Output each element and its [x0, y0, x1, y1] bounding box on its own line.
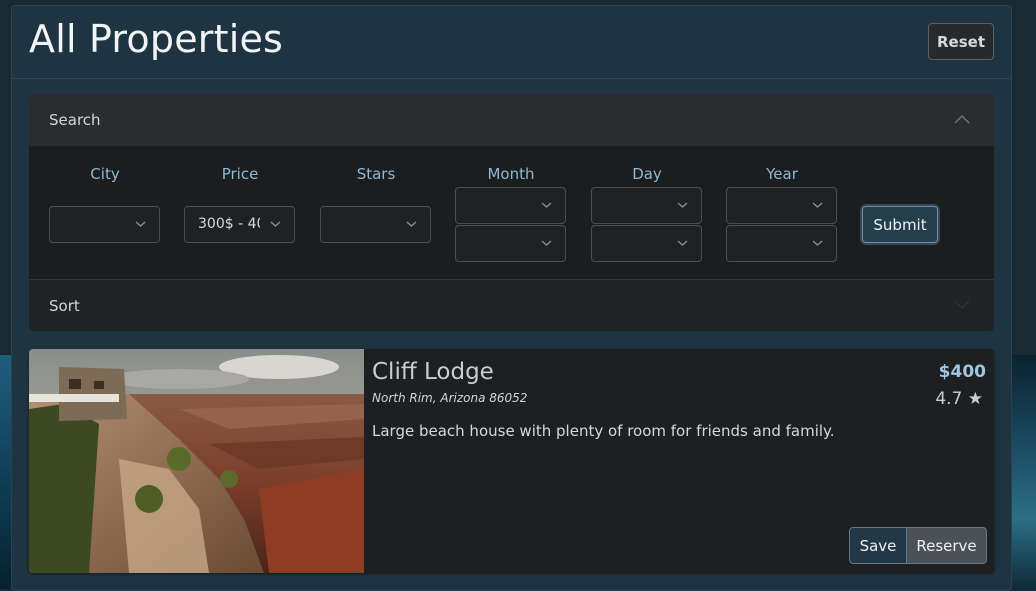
- day-end-select[interactable]: [591, 225, 702, 262]
- card-actions: Save Reserve: [849, 527, 987, 564]
- page-title: All Properties: [29, 17, 284, 61]
- chevron-down-icon: [541, 240, 552, 246]
- property-photo: [29, 349, 364, 573]
- chevron-down-icon: [135, 221, 146, 227]
- chevron-down-icon: [406, 221, 417, 227]
- stars-select[interactable]: [320, 206, 431, 243]
- day-label: Day: [632, 165, 662, 183]
- sort-accordion-header[interactable]: Sort: [29, 279, 994, 332]
- sort-accordion-label: Sort: [49, 297, 80, 315]
- search-accordion-label: Search: [49, 111, 101, 129]
- properties-panel: All Properties Reset Search City Price 3…: [11, 5, 1012, 591]
- reserve-button[interactable]: Reserve: [907, 527, 987, 564]
- chevron-down-icon: [677, 202, 688, 208]
- panel-header: All Properties Reset: [12, 6, 1011, 79]
- search-accordion-header[interactable]: Search: [29, 94, 994, 146]
- property-name: Cliff Lodge: [372, 359, 494, 385]
- price-select-value: 300$ - 400$: [198, 216, 260, 232]
- submit-button[interactable]: Submit: [862, 206, 938, 243]
- chevron-down-icon: [541, 202, 552, 208]
- chevron-down-icon: [812, 240, 823, 246]
- month-start-select[interactable]: [455, 187, 566, 224]
- property-card: Cliff Lodge North Rim, Arizona 86052 Lar…: [29, 349, 994, 573]
- year-end-select[interactable]: [726, 225, 837, 262]
- month-end-select[interactable]: [455, 225, 566, 262]
- city-select[interactable]: [49, 206, 160, 243]
- property-address: North Rim, Arizona 86052: [372, 391, 528, 405]
- chevron-down-icon: [677, 240, 688, 246]
- save-button[interactable]: Save: [849, 527, 907, 564]
- background-photo-right: [1012, 355, 1036, 589]
- chevron-down-icon: [812, 202, 823, 208]
- chevron-up-icon: [954, 114, 970, 124]
- property-description: Large beach house with plenty of room fo…: [372, 422, 835, 440]
- day-start-select[interactable]: [591, 187, 702, 224]
- year-start-select[interactable]: [726, 187, 837, 224]
- search-form: City Price 300$ - 400$ Stars: [29, 146, 994, 279]
- filter-accordion: Search City Price 300$ - 400$: [29, 94, 994, 331]
- price-select[interactable]: 300$ - 400$: [184, 206, 295, 243]
- reset-button[interactable]: Reset: [928, 23, 994, 60]
- year-label: Year: [766, 165, 798, 183]
- city-label: City: [90, 165, 120, 183]
- property-rating: 4.7 ★: [935, 389, 983, 409]
- property-price: $400: [938, 362, 986, 382]
- price-label: Price: [221, 165, 259, 183]
- chevron-down-icon: [954, 300, 970, 310]
- month-label: Month: [487, 165, 535, 183]
- stars-label: Stars: [356, 165, 396, 183]
- chevron-down-icon: [270, 221, 281, 227]
